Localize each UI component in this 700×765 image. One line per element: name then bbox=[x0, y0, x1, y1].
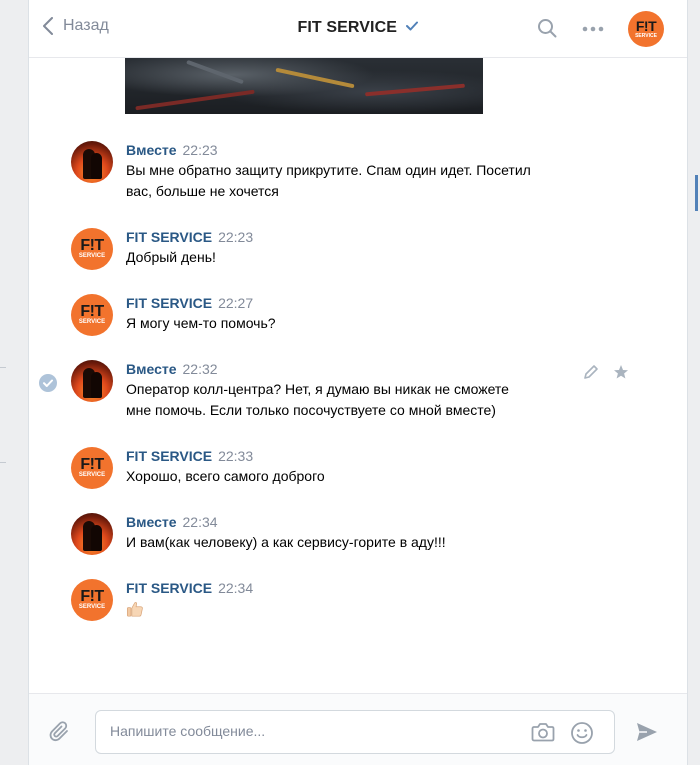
community-avatar[interactable]: F!T SERVICE bbox=[628, 11, 664, 47]
message-text: Добрый день! bbox=[126, 247, 576, 268]
message-header: FIT SERVICE 22:33 bbox=[126, 447, 576, 465]
avatar[interactable] bbox=[71, 360, 113, 402]
message-text: Я могу чем-то помочь? bbox=[126, 313, 576, 334]
message-line: Оператор колл-центра? Нет, я думаю вы ни… bbox=[126, 381, 509, 397]
message-author[interactable]: FIT SERVICE bbox=[126, 229, 212, 245]
photo-detail bbox=[365, 83, 465, 97]
camera-button[interactable] bbox=[531, 721, 555, 748]
message-text: Вы мне обратно защиту прикрутите. Спам о… bbox=[126, 160, 576, 202]
check-circle-icon bbox=[39, 374, 57, 392]
star-icon bbox=[614, 365, 628, 379]
paperclip-icon bbox=[49, 721, 68, 742]
attached-photo[interactable] bbox=[125, 58, 483, 114]
message-time[interactable]: 22:33 bbox=[218, 448, 253, 464]
message-line: вас, больше не хочется bbox=[126, 183, 279, 199]
message-select-checkbox[interactable] bbox=[39, 374, 57, 397]
chat-title[interactable]: FIT SERVICE bbox=[298, 19, 398, 36]
message-author[interactable]: FIT SERVICE bbox=[126, 295, 212, 311]
avatar[interactable]: F!T SERVICE bbox=[71, 294, 113, 336]
message-time[interactable]: 22:27 bbox=[218, 295, 253, 311]
message-line: Хорошо, всего самого доброго bbox=[126, 468, 325, 484]
message-text: И вам(как человеку) а как сервису-горите… bbox=[126, 532, 576, 553]
chat-panel: Назад FIT SERVICE F!T SERVICE Вместе 22:… bbox=[28, 0, 688, 765]
message-author[interactable]: FIT SERVICE bbox=[126, 448, 212, 464]
message-time[interactable]: 22:32 bbox=[183, 361, 218, 377]
attach-button[interactable] bbox=[49, 720, 71, 749]
smile-icon bbox=[571, 722, 593, 744]
message-author[interactable]: Вместе bbox=[126, 361, 177, 377]
edit-button[interactable] bbox=[583, 364, 599, 385]
scrollbar-thumb[interactable] bbox=[695, 175, 698, 211]
message-input[interactable] bbox=[110, 723, 510, 739]
pencil-icon bbox=[584, 365, 598, 379]
message-header: FIT SERVICE 22:27 bbox=[126, 294, 576, 312]
divider bbox=[0, 462, 6, 463]
message-line: мне помочь. Если только посочуствуете со… bbox=[126, 402, 496, 418]
message-line: Вы мне обратно защиту прикрутите. Спам о… bbox=[126, 162, 531, 178]
message-text: Хорошо, всего самого доброго bbox=[126, 466, 576, 487]
send-button[interactable] bbox=[635, 721, 659, 748]
photo-detail bbox=[135, 89, 255, 111]
scrollbar[interactable] bbox=[688, 0, 700, 765]
photo-detail bbox=[275, 67, 355, 89]
more-icon bbox=[582, 26, 604, 32]
message-author[interactable]: FIT SERVICE bbox=[126, 580, 212, 596]
photo-detail bbox=[186, 59, 244, 85]
message-header: FIT SERVICE 22:34 bbox=[126, 579, 576, 597]
chat-header: Назад FIT SERVICE F!T SERVICE bbox=[29, 0, 687, 58]
message-body: FIT SERVICE 22:33 Хорошо, всего самого до… bbox=[126, 447, 576, 487]
message-header: Вместе 22:32 bbox=[126, 360, 576, 378]
message-time[interactable]: 22:23 bbox=[183, 142, 218, 158]
fit-service-logo: F!T SERVICE bbox=[628, 11, 664, 47]
message-line: Я могу чем-то помочь? bbox=[126, 315, 276, 331]
verified-icon bbox=[406, 21, 419, 31]
search-icon bbox=[538, 19, 557, 38]
thumbs-up-icon bbox=[126, 602, 143, 617]
message-line: И вам(как человеку) а как сервису-горите… bbox=[126, 534, 446, 550]
message-time[interactable]: 22:34 bbox=[218, 580, 253, 596]
message-header: Вместе 22:23 bbox=[126, 141, 576, 159]
message-time[interactable]: 22:23 bbox=[218, 229, 253, 245]
message-line: Добрый день! bbox=[126, 249, 216, 265]
left-edge bbox=[0, 0, 28, 765]
message-author[interactable]: Вместе bbox=[126, 142, 177, 158]
avatar[interactable]: F!T SERVICE bbox=[71, 447, 113, 489]
camera-icon bbox=[531, 723, 555, 742]
message-time[interactable]: 22:34 bbox=[183, 514, 218, 530]
message-text bbox=[126, 598, 576, 624]
send-icon bbox=[637, 723, 657, 741]
message-input-box bbox=[95, 710, 615, 754]
message-body: Вместе 22:34 И вам(как человеку) а как се… bbox=[126, 513, 576, 553]
emoji-button[interactable] bbox=[570, 721, 594, 750]
favorite-button[interactable] bbox=[613, 364, 629, 385]
avatar[interactable]: F!T SERVICE bbox=[71, 228, 113, 270]
avatar[interactable] bbox=[71, 513, 113, 555]
search-button[interactable] bbox=[537, 18, 557, 43]
message-body: FIT SERVICE 22:23 Добрый день! bbox=[126, 228, 576, 268]
message-header: Вместе 22:34 bbox=[126, 513, 576, 531]
divider bbox=[0, 367, 6, 368]
avatar[interactable] bbox=[71, 141, 113, 183]
avatar[interactable]: F!T SERVICE bbox=[71, 579, 113, 621]
message-composer bbox=[29, 693, 687, 765]
message-body: Вместе 22:23 Вы мне обратно защиту прикру… bbox=[126, 141, 576, 202]
message-actions bbox=[583, 364, 629, 385]
more-button[interactable] bbox=[581, 22, 605, 40]
message-body: FIT SERVICE 22:34 bbox=[126, 579, 576, 624]
message-header: FIT SERVICE 22:23 bbox=[126, 228, 576, 246]
message-body: Вместе 22:32 Оператор колл-центра? Нет, я… bbox=[126, 360, 576, 421]
message-text: Оператор колл-центра? Нет, я думаю вы ни… bbox=[126, 379, 576, 421]
message-body: FIT SERVICE 22:27 Я могу чем-то помочь? bbox=[126, 294, 576, 334]
message-author[interactable]: Вместе bbox=[126, 514, 177, 530]
